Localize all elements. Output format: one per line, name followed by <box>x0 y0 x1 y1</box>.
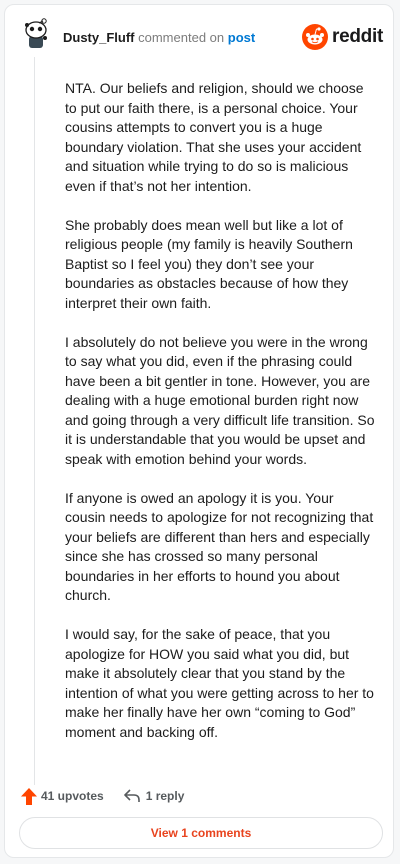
comment-paragraph: I absolutely do not believe you were in … <box>65 333 375 467</box>
comment-paragraph: If anyone is owed an apology it is you. … <box>65 489 374 604</box>
comment-body: NTA. Our beliefs and religion, should we… <box>65 79 375 762</box>
comment-paragraph: NTA. Our beliefs and religion, should we… <box>65 80 364 194</box>
view-comments-button[interactable]: View 1 comments <box>19 817 383 849</box>
comment-footer: 41 upvotes 1 reply <box>21 785 377 807</box>
reddit-alien-icon <box>302 24 329 50</box>
upvote-arrow-icon <box>21 787 37 805</box>
reply-count: 1 reply <box>145 789 185 803</box>
comment-paragraph: She probably does mean well but like a l… <box>65 216 353 311</box>
reply-button[interactable]: 1 reply <box>123 789 185 803</box>
avatar[interactable] <box>19 16 53 50</box>
comment-header: Dusty_Fluff commented on post <box>63 30 255 46</box>
reddit-logo[interactable]: reddit <box>302 24 383 50</box>
reddit-wordmark: reddit <box>332 26 383 47</box>
upvote-button[interactable]: 41 upvotes <box>21 787 104 805</box>
thread-line[interactable] <box>34 57 35 785</box>
upvote-count: 41 upvotes <box>41 789 104 803</box>
action-text: commented on <box>138 30 225 45</box>
username[interactable]: Dusty_Fluff <box>63 30 135 45</box>
comment-paragraph: I would say, for the sake of peace, that… <box>65 626 374 740</box>
post-link[interactable]: post <box>228 30 255 45</box>
reply-arrow-icon <box>123 789 140 802</box>
comment-card: Dusty_Fluff commented on post reddit NTA… <box>4 4 394 858</box>
